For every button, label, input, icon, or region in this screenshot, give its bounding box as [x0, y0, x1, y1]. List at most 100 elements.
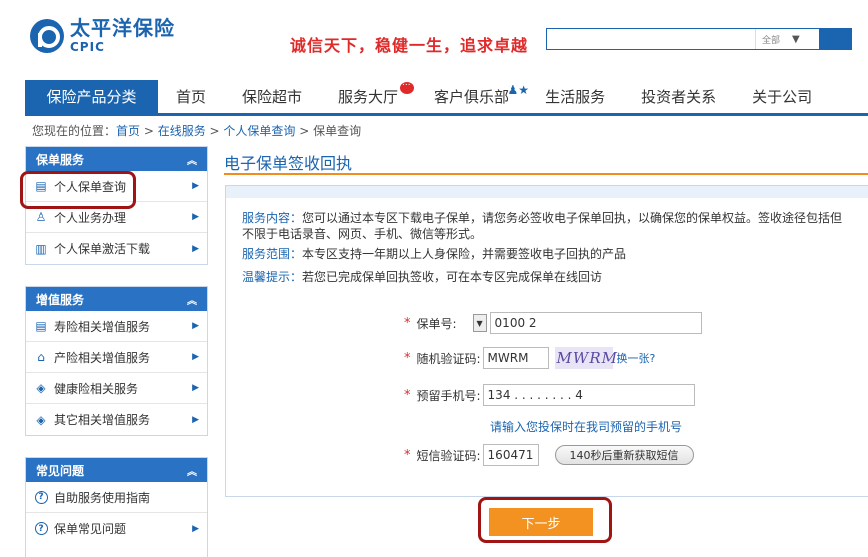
nav-item-home[interactable]: 首页	[158, 80, 224, 113]
nav-item-club[interactable]: 客户俱乐部 ♟★	[416, 80, 529, 113]
breadcrumb-link-home[interactable]: 首页	[116, 124, 140, 138]
search-scope-select[interactable]: 全部 ▼	[755, 29, 819, 49]
nav-item-investor-relations[interactable]: 投资者关系	[623, 80, 734, 113]
required-asterisk: *	[404, 350, 411, 366]
question-circle-icon: ?	[34, 522, 48, 536]
phone-row: * 预留手机号: 134 . . . . . . . . 4	[404, 384, 695, 406]
required-asterisk: *	[404, 387, 411, 403]
sidebar-item-property-insurance[interactable]: ⌂ 产险相关增值服务 ▶	[26, 342, 207, 373]
chevron-right-icon: ▶	[192, 352, 199, 362]
cpic-logo[interactable]: 太平洋保险 CPIC	[30, 18, 175, 53]
stack-icon: ◈	[36, 412, 46, 427]
stack-icon: ◈	[36, 381, 46, 395]
nav-item-product-category[interactable]: 保险产品分类	[25, 80, 158, 113]
sidebar-item-activate-download[interactable]: ▥ 个人保单激活下载 ▶	[26, 233, 207, 264]
collapse-icon[interactable]: ︽	[187, 152, 197, 167]
sidebar-item-health-insurance[interactable]: ◈ 健康险相关服务 ▶	[26, 373, 207, 404]
sidebar-panel-header[interactable]: 常见问题 ︽	[26, 458, 207, 482]
policy-type-dropdown[interactable]: ▼	[472, 314, 487, 332]
chevron-right-icon: ▶	[192, 321, 199, 331]
sidebar-item-label: 保单常见问题	[54, 522, 127, 536]
phone-label: 预留手机号:	[416, 388, 481, 403]
policy-number-label: 保单号:	[416, 316, 457, 331]
breadcrumb: 您现在的位置：首页 > 在线服务 > 个人保单查询 > 保单查询	[32, 122, 361, 139]
sidebar-panel-header[interactable]: 增值服务 ︽	[26, 287, 207, 311]
breadcrumb-link-policy-query[interactable]: 个人保单查询	[223, 124, 295, 138]
captcha-input[interactable]: MWRM	[482, 347, 549, 369]
page-title: 电子保单签收回执	[224, 154, 353, 173]
logo-english-name: CPIC	[70, 40, 105, 54]
sidebar-item-label: 个人业务办理	[54, 210, 127, 225]
breadcrumb-separator: >	[295, 124, 314, 138]
search-scope-label: 全部	[762, 35, 781, 46]
sidebar-item-self-service-guide[interactable]: ? 自助服务使用指南	[26, 482, 207, 513]
chevron-right-icon: ▶	[192, 212, 199, 222]
captcha-image[interactable]: MWRM	[554, 347, 617, 369]
collapse-icon[interactable]: ︽	[187, 292, 197, 307]
sidebar-item-other-services[interactable]: ◈ 其它相关增值服务 ▶	[26, 404, 207, 435]
sidebar-panel-title: 增值服务	[36, 292, 85, 307]
chevron-down-icon: ▼	[792, 33, 800, 45]
nav-item-service-hall[interactable]: 服务大厅	[320, 78, 416, 113]
nav-item-supermarket[interactable]: 保险超市	[224, 80, 320, 113]
warm-tip-value: 若您已完成保单回执签收，可在本专区完成保单在线回访	[302, 270, 603, 284]
policy-number-row: * 保单号: ▼ 0100 2	[404, 312, 702, 334]
sidebar-panel-header[interactable]: 保单服务 ︽	[26, 147, 207, 171]
required-asterisk: *	[404, 315, 411, 331]
breadcrumb-current: 保单查询	[313, 124, 362, 138]
required-asterisk: *	[404, 447, 411, 463]
slogan: 诚信天下，稳健一生，追求卓越	[290, 36, 529, 55]
sidebar-panel-title: 保单服务	[36, 152, 85, 167]
chevron-right-icon: ▶	[192, 523, 199, 534]
breadcrumb-separator: >	[140, 124, 158, 138]
search-button[interactable]	[819, 29, 851, 49]
sidebar-item-label: 其它相关增值服务	[54, 413, 151, 427]
highlight-annotation-sidebar	[20, 171, 136, 209]
service-scope-key: 服务范围：	[242, 247, 303, 261]
service-scope-text: 服务范围：本专区支持一年期以上人身保险，并需要签收电子回执的产品	[242, 246, 847, 262]
service-content-value: 您可以通过本专区下载电子保单，请您务必签收电子保单回执，以确保您的保单权益。签收…	[242, 211, 843, 241]
nav-item-about[interactable]: 关于公司	[734, 80, 830, 113]
cpic-logo-icon	[30, 18, 64, 53]
search-input[interactable]	[547, 29, 755, 49]
chevron-right-icon: ▶	[192, 243, 199, 254]
warm-tip-key: 温馨提示：	[242, 270, 303, 284]
sidebar-panel-value-added: 增值服务 ︽ ▤ 寿险相关增值服务 ▶ ⌂ 产险相关增值服务 ▶ ◈ 健康险相关…	[25, 286, 208, 436]
service-scope-value: 本专区支持一年期以上人身保险，并需要签收电子回执的产品	[302, 247, 627, 261]
breadcrumb-link-online-service[interactable]: 在线服务	[158, 124, 206, 138]
breadcrumb-separator: >	[205, 124, 224, 138]
sidebar-panel-title: 常见问题	[36, 463, 85, 478]
chat-bubble-icon	[400, 78, 415, 94]
sms-code-input[interactable]: 160471	[482, 444, 539, 466]
user-document-icon: ♙	[35, 210, 47, 224]
breadcrumb-prefix: 您现在的位置：	[32, 124, 117, 138]
document-download-icon: ▥	[35, 241, 47, 256]
sidebar-item-label: 自助服务使用指南	[54, 490, 151, 505]
house-icon: ⌂	[37, 350, 45, 364]
sidebar-item-label: 产险相关增值服务	[54, 350, 151, 365]
chevron-right-icon: ▶	[192, 414, 199, 425]
question-circle-icon: ?	[34, 490, 48, 504]
captcha-refresh-link[interactable]: 换一张?	[617, 350, 656, 366]
sidebar-item-policy-faq[interactable]: ? 保单常见问题 ▶	[26, 513, 207, 544]
sms-row: * 短信验证码: 160471 140秒后重新获取短信	[404, 444, 694, 466]
collapse-icon[interactable]: ︽	[187, 463, 197, 478]
policy-number-input[interactable]: 0100 2	[489, 312, 702, 334]
logo-chinese-name: 太平洋保险	[70, 16, 175, 40]
card-top-band	[226, 186, 868, 198]
highlight-annotation-next	[478, 497, 612, 543]
service-content-text: 服务内容：您可以通过本专区下载电子保单，请您务必签收电子保单回执，以确保您的保单…	[242, 210, 847, 242]
chevron-right-icon: ▶	[192, 181, 199, 191]
sidebar-item-label: 寿险相关增值服务	[54, 319, 151, 334]
nav-item-life-services[interactable]: 生活服务	[527, 80, 623, 113]
main-nav: 保险产品分类 首页 保险超市 服务大厅 客户俱乐部 ♟★ 生活服务 投资者关系 …	[25, 78, 868, 116]
sidebar-item-life-insurance[interactable]: ▤ 寿险相关增值服务 ▶	[26, 311, 207, 342]
title-underline	[224, 173, 868, 175]
nav-item-service-hall-label: 服务大厅	[338, 88, 399, 106]
sidebar-item-label: 个人保单激活下载	[54, 242, 151, 256]
captcha-label: 随机验证码:	[416, 351, 481, 366]
phone-input[interactable]: 134 . . . . . . . . 4	[482, 384, 695, 406]
resend-sms-button[interactable]: 140秒后重新获取短信	[554, 445, 694, 465]
phone-hint: 请输入您投保时在我司预留的手机号	[490, 420, 683, 434]
sidebar-panel-faq: 常见问题 ︽ ? 自助服务使用指南 ? 保单常见问题 ▶	[25, 457, 208, 557]
